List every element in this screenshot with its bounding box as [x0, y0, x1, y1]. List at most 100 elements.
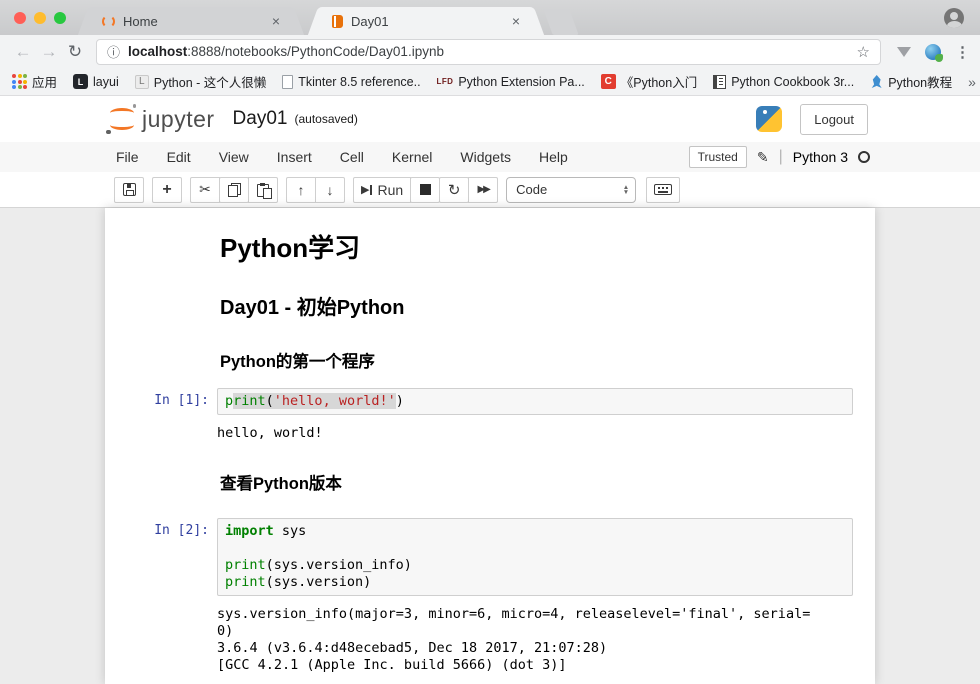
fast-forward-icon: ▶▶	[477, 184, 488, 195]
move-cell-down-button[interactable]: ↓	[315, 177, 345, 203]
interrupt-kernel-button[interactable]	[410, 177, 440, 203]
title-bar: Home × Day01 ×	[0, 0, 980, 35]
tab-day01[interactable]: Day01 ×	[322, 7, 530, 35]
divider: |	[779, 148, 783, 166]
rocket-icon	[870, 75, 883, 88]
paste-cell-button[interactable]	[248, 177, 278, 203]
cell-2-output: sys.version_info(major=3, minor=6, micro…	[105, 606, 875, 674]
code-cell-2[interactable]: In [2]: import sysprint(sys.version_info…	[105, 518, 875, 596]
code-cell-1[interactable]: In [1]: print('hello, world!')	[105, 388, 875, 415]
restart-kernel-button[interactable]: ↻	[439, 177, 469, 203]
reload-icon[interactable]: ↻	[62, 42, 88, 62]
bookmark-cookbook[interactable]: Python Cookbook 3r...	[713, 75, 854, 89]
output-text: sys.version_info(major=3, minor=6, micro…	[217, 606, 810, 674]
bookmark-python-intro[interactable]: C 《Python入门	[601, 72, 697, 91]
menu-cell[interactable]: Cell	[326, 149, 378, 165]
page-info-icon[interactable]: ⓘ	[107, 42, 120, 61]
code-input[interactable]: import sysprint(sys.version_info)print(s…	[217, 518, 853, 596]
code-token: import	[225, 523, 274, 539]
menu-widgets[interactable]: Widgets	[446, 149, 525, 165]
edit-title-pencil-icon[interactable]: ✎	[757, 149, 769, 166]
jupyter-brand[interactable]: jupyter	[142, 106, 215, 133]
menu-view[interactable]: View	[205, 149, 263, 165]
markdown-h3-first-program: Python的第一个程序	[220, 348, 875, 372]
stop-icon	[420, 184, 431, 195]
new-tab-button[interactable]	[543, 9, 578, 35]
python-logo-icon	[756, 106, 782, 132]
output-text: hello, world!	[217, 425, 323, 442]
logout-button[interactable]: Logout	[800, 104, 868, 135]
notebook-toolbar: + ✂ ↑ ↓ ▶Run ↻ ▶▶ Code ▲▼	[0, 172, 980, 208]
bookmark-layui[interactable]: L layui	[73, 74, 119, 89]
jupyter-logo-icon[interactable]	[106, 104, 138, 134]
lfd-icon: LFD	[437, 77, 454, 86]
tab-close-icon[interactable]: ×	[512, 13, 520, 29]
cell-type-select[interactable]: Code ▲▼	[506, 177, 636, 203]
bookmark-python-tutorial[interactable]: Python教程	[870, 72, 952, 91]
command-palette-button[interactable]	[646, 177, 680, 203]
bookmark-extension-packages[interactable]: LFD Python Extension Pa...	[437, 75, 585, 89]
save-button[interactable]	[114, 177, 144, 203]
kernel-name: Python 3	[793, 149, 848, 165]
bookmark-python-lazy[interactable]: L Python - 这个人很懒	[135, 72, 267, 91]
browser-menu-icon[interactable]: ⋮	[955, 43, 970, 61]
menu-edit[interactable]: Edit	[153, 149, 205, 165]
code-input[interactable]: print('hello, world!')	[217, 388, 853, 415]
cell-1-output: hello, world!	[105, 425, 875, 442]
profile-avatar[interactable]	[944, 8, 964, 28]
extension-globe-icon[interactable]	[925, 44, 941, 60]
minimize-window-button[interactable]	[34, 12, 46, 24]
code-token: (sys.version)	[266, 574, 372, 590]
markdown-h2: Day01 - 初始Python	[220, 291, 875, 320]
menu-help[interactable]: Help	[525, 149, 582, 165]
code-token: print	[225, 557, 266, 573]
trusted-button[interactable]: Trusted	[689, 146, 747, 168]
bookmark-label: 应用	[32, 72, 57, 91]
move-cell-up-button[interactable]: ↑	[286, 177, 316, 203]
arrow-down-icon: ↓	[327, 182, 334, 198]
output-prompt-empty	[105, 425, 217, 442]
select-arrows-icon: ▲▼	[623, 185, 629, 195]
bookmark-label: Python Cookbook 3r...	[731, 75, 854, 89]
notebook-page: Python学习 Day01 - 初始Python Python的第一个程序 I…	[105, 208, 875, 684]
code-token: rint	[233, 393, 266, 409]
menu-insert[interactable]: Insert	[263, 149, 326, 165]
markdown-h3-version: 查看Python版本	[220, 470, 875, 494]
menu-file[interactable]: File	[102, 149, 153, 165]
forward-icon[interactable]: →	[36, 42, 62, 62]
code-token: (	[266, 393, 274, 409]
add-cell-button[interactable]: +	[152, 177, 182, 203]
jupyter-favicon	[102, 15, 115, 28]
copy-cell-button[interactable]	[219, 177, 249, 203]
restart-run-all-button[interactable]: ▶▶	[468, 177, 498, 203]
close-window-button[interactable]	[14, 12, 26, 24]
maximize-window-button[interactable]	[54, 12, 66, 24]
browser-window: Home × Day01 × ← → ↻ ⓘ localhost:8888/no…	[0, 0, 980, 684]
tab-home[interactable]: Home ×	[92, 7, 290, 35]
bookmark-label: layui	[93, 75, 119, 89]
notebook-title[interactable]: Day01	[233, 108, 288, 130]
jupyter-header: jupyter Day01 (autosaved) Logout	[0, 96, 980, 142]
extension-v-icon[interactable]	[897, 47, 911, 57]
back-icon[interactable]: ←	[10, 42, 36, 62]
window-controls[interactable]	[14, 12, 66, 24]
bookmark-star-icon[interactable]: ☆	[857, 43, 870, 61]
step-forward-bar	[370, 185, 372, 195]
url-bar[interactable]: ⓘ localhost:8888/notebooks/PythonCode/Da…	[96, 39, 881, 65]
csdn-icon: C	[601, 74, 616, 89]
code-token: print	[225, 574, 266, 590]
markdown-h1: Python学习	[220, 228, 875, 265]
run-cell-button[interactable]: ▶Run	[353, 177, 411, 203]
browser-toolbar: ← → ↻ ⓘ localhost:8888/notebooks/PythonC…	[0, 35, 980, 68]
bookmark-label: Python - 这个人很懒	[154, 72, 267, 91]
bookmark-label: 《Python入门	[621, 72, 697, 91]
bookmark-tkinter[interactable]: Tkinter 8.5 reference..	[282, 75, 420, 89]
bookmarks-overflow-icon[interactable]: »	[968, 74, 976, 90]
cut-cell-button[interactable]: ✂	[190, 177, 220, 203]
tab-label: Home	[123, 14, 264, 29]
notebook-favicon	[332, 15, 343, 28]
bookmark-apps[interactable]: 应用	[12, 72, 57, 91]
menu-kernel[interactable]: Kernel	[378, 149, 446, 165]
tab-close-icon[interactable]: ×	[272, 13, 280, 29]
scissors-icon: ✂	[199, 181, 211, 198]
